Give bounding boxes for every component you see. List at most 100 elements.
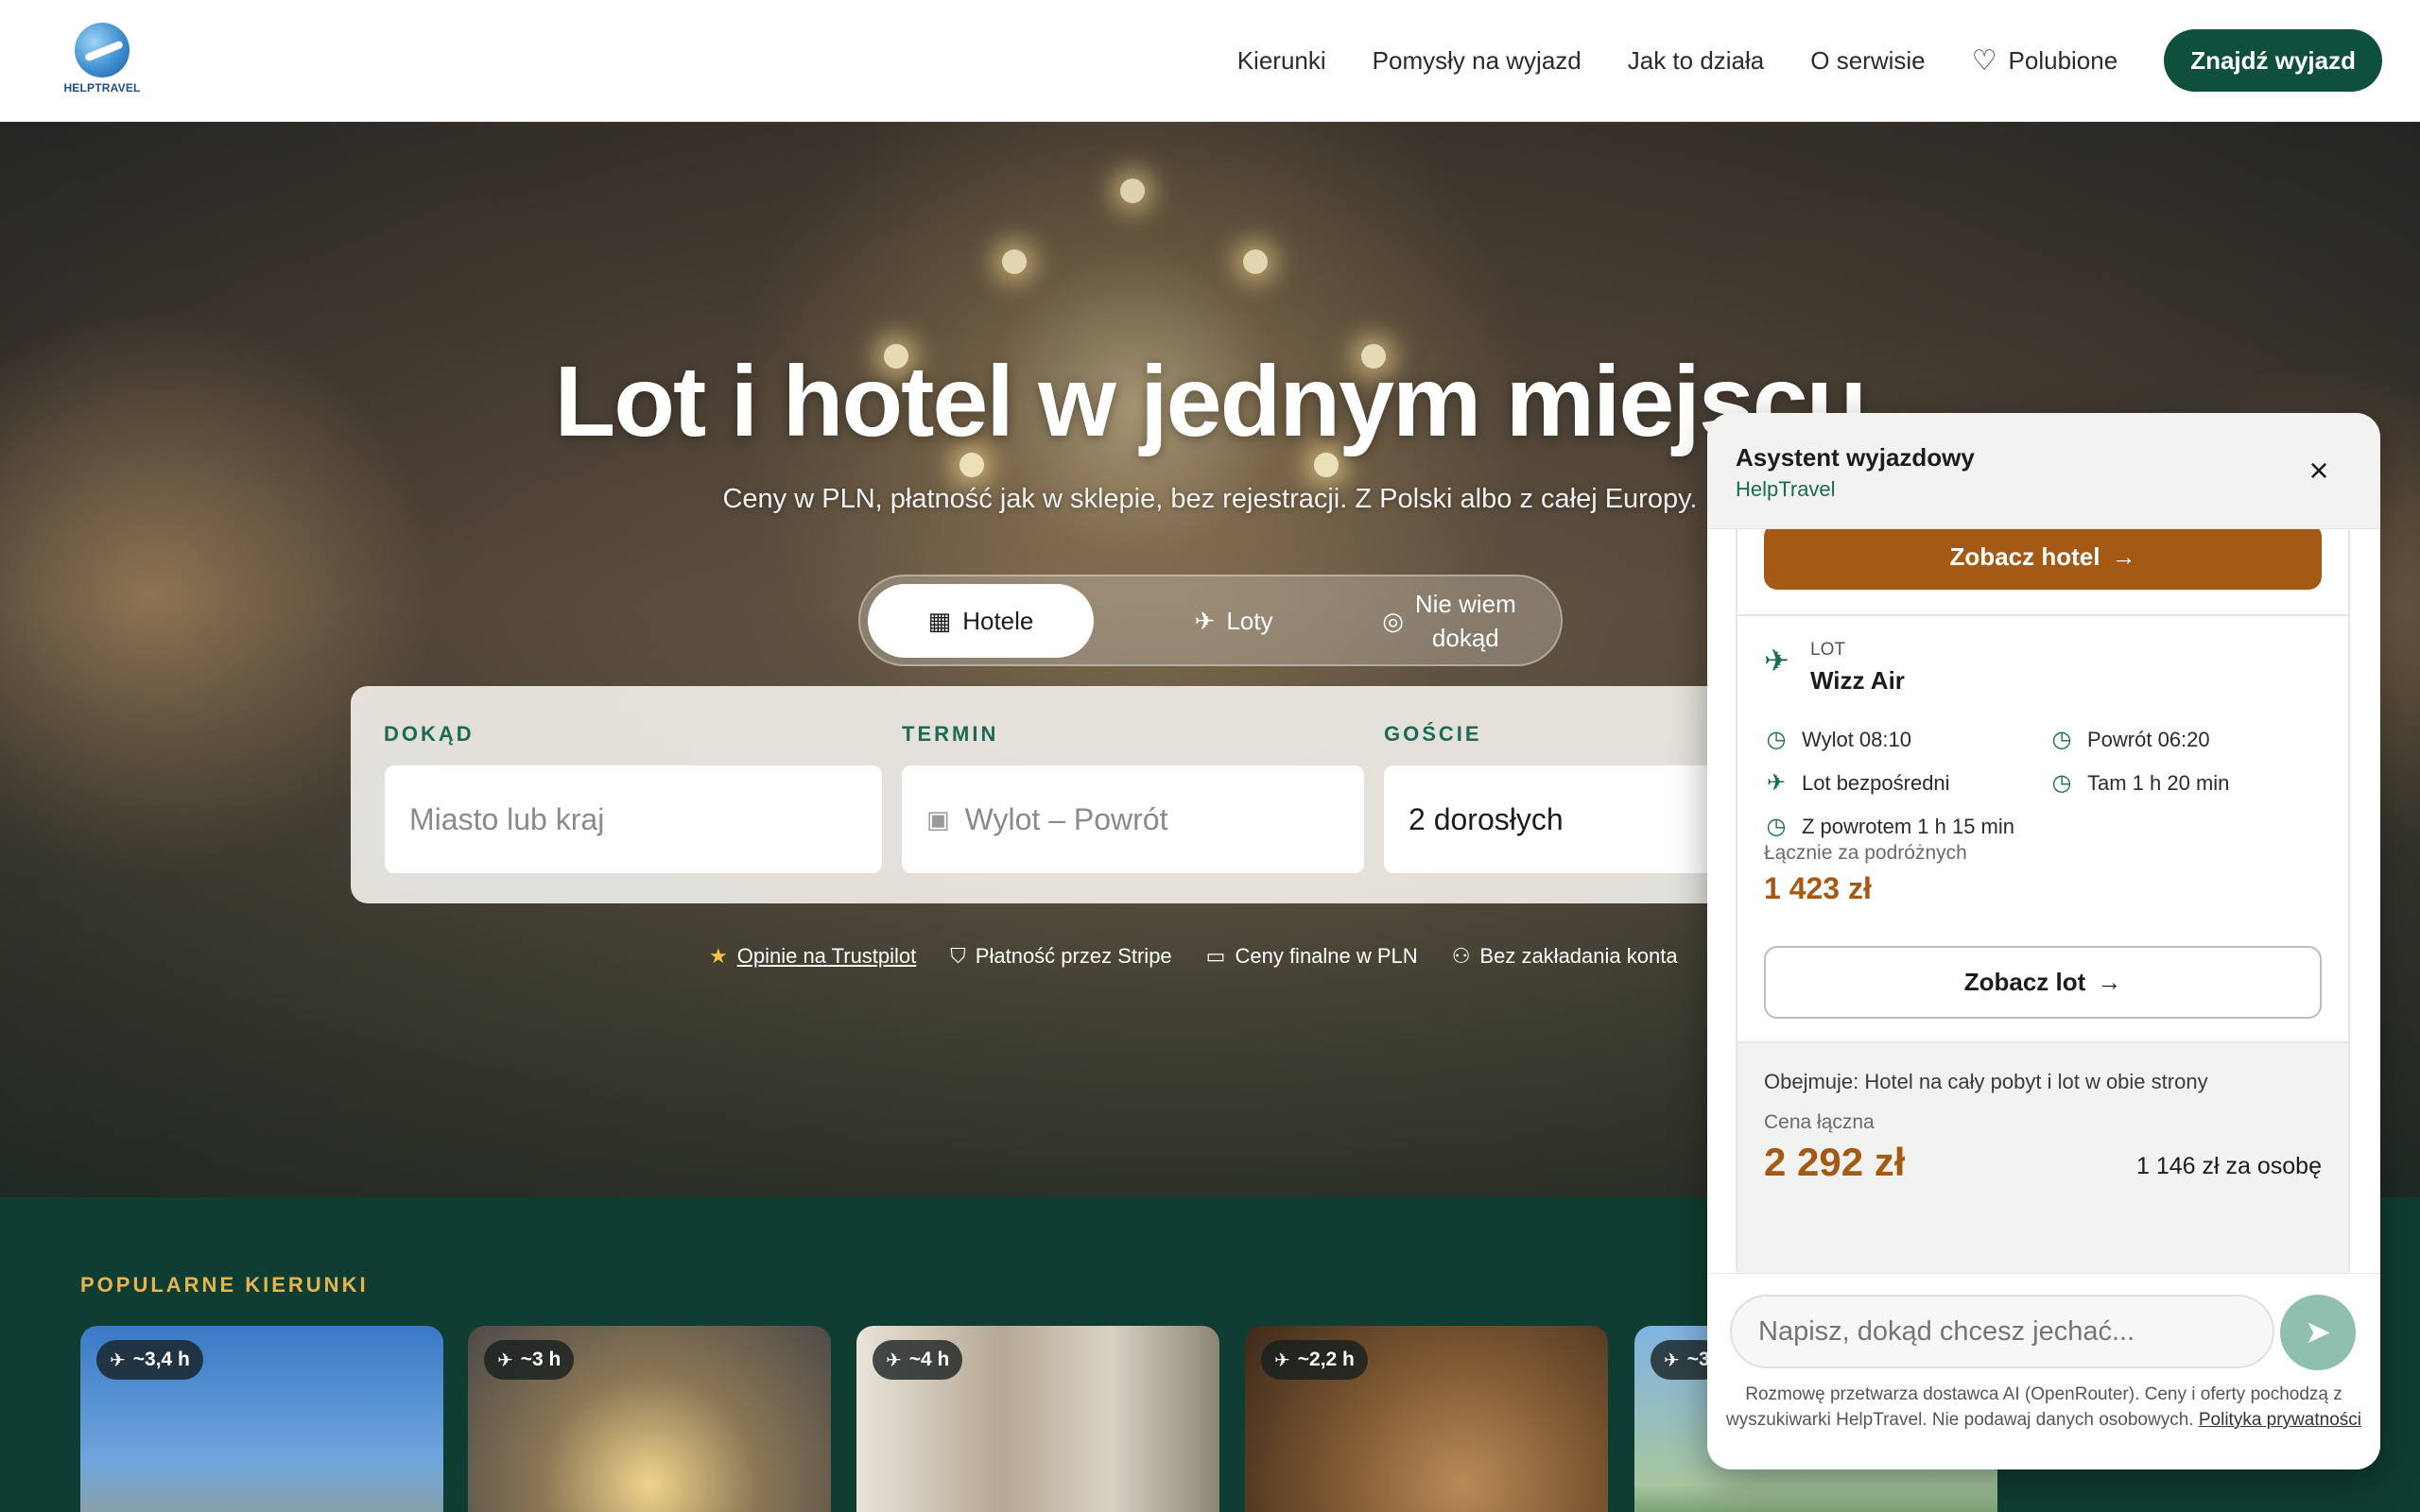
guests-label: GOŚCIE [1384, 722, 1482, 746]
see-flight-label: Zobacz lot [1963, 968, 2086, 996]
see-hotel-button[interactable]: Zobacz hotel → [1764, 529, 2322, 590]
tab-hotels[interactable]: ▦ Hotele [868, 584, 1094, 658]
plane-icon: ✈ [1664, 1349, 1680, 1371]
chat-message-input[interactable] [1730, 1295, 2274, 1368]
nav-link-o-serwisie[interactable]: O serwisie [1810, 46, 1925, 76]
arrow-right-icon: → [2097, 968, 2122, 996]
dates-label: TERMIN [902, 722, 999, 746]
trustpilot-link[interactable]: Opinie na Trustpilot [737, 944, 917, 969]
plane-icon: ✈ [497, 1349, 513, 1371]
destination-label: DOKĄD [384, 722, 475, 746]
chat-header: Asystent wyjazdowy HelpTravel × [1707, 413, 2380, 529]
departure-label: Wylot 08:10 [1802, 727, 1911, 751]
trust-stripe: ⛉ Płatność przez Stripe [950, 944, 1171, 969]
direct-label: Lot bezpośredni [1802, 770, 1950, 795]
return-duration: ◷ Z powrotem 1 h 15 min [1764, 813, 2014, 840]
chat-disclaimer: Rozmowę przetwarza dostawca AI (OpenRout… [1726, 1382, 2361, 1433]
tab-unsure[interactable]: ◎ Nie wiem dokąd [1340, 584, 1558, 658]
see-flight-button[interactable]: Zobacz lot → [1764, 946, 2322, 1019]
flight-time: ~2,2 h [1297, 1349, 1355, 1370]
find-trip-button[interactable]: Znajdź wyjazd [2164, 29, 2382, 92]
clock-icon: ◷ [1766, 727, 1787, 752]
tab-hotels-label: Hotele [962, 606, 1034, 635]
plane-icon: ✈ [1766, 770, 1787, 796]
plane-icon: ✈ [1764, 644, 1789, 678]
privacy-policy-link[interactable]: Polityka prywatności [2199, 1410, 2361, 1430]
wallet-icon: ▭ [1205, 944, 1226, 968]
flight-time: ~3,4 h [132, 1349, 190, 1370]
total-price-label: Cena łączna [1764, 1111, 1875, 1133]
clock-icon: ◷ [2051, 770, 2072, 796]
destination-card[interactable]: ✈ ~4 h [856, 1326, 1219, 1512]
favorites-label: Polubione [2008, 45, 2118, 75]
departure-time: ◷ Wylot 08:10 [1764, 726, 1911, 753]
heart-icon: ♡ [1971, 44, 1997, 77]
destination-card[interactable]: ✈ ~3 h [468, 1326, 831, 1512]
tab-flights-label: Loty [1226, 606, 1273, 635]
total-price-value: 2 292 zł [1764, 1140, 1906, 1184]
airline-name: Wizz Air [1810, 666, 1905, 695]
calendar-icon: ▣ [926, 804, 950, 833]
destination-card[interactable]: ✈ ~2,2 h [1245, 1326, 1608, 1512]
clock-icon: ◷ [1766, 814, 1787, 839]
nav-link-kierunki[interactable]: Kierunki [1237, 46, 1326, 76]
trust-no-account-label: Bez zakładania konta [1479, 944, 1678, 968]
building-icon: ▦ [927, 606, 952, 635]
flight-total-label: Łącznie za podróżnych [1764, 842, 1967, 864]
nav-link-jak-to-dziala[interactable]: Jak to działa [1628, 46, 1765, 76]
trust-pln: ▭ Ceny finalne w PLN [1206, 944, 1418, 969]
tab-flights[interactable]: ✈ Loty [1163, 584, 1305, 658]
trust-trustpilot[interactable]: ★ Opinie na Trustpilot [709, 944, 916, 969]
divider [1737, 614, 2348, 616]
tab-unsure-line-1: Nie wiem [1414, 590, 1516, 618]
dates-input[interactable]: ▣ Wylot – Powrót [902, 765, 1364, 873]
see-hotel-label: Zobacz hotel [1949, 541, 2100, 571]
search-mode-tabs: ▦ Hotele ✈ Loty ◎ Nie wiem dokąd [858, 575, 1563, 666]
flight-time: ~4 h [908, 1349, 950, 1370]
helptravel-logo[interactable]: HELPTRAVEL [60, 23, 144, 94]
plane-icon: ✈ [110, 1349, 126, 1371]
package-summary: Obejmuje: Hotel na cały pobyt i lot w ob… [1737, 1041, 2348, 1287]
flight-time-badge: ✈ ~3,4 h [96, 1340, 203, 1380]
return-label: Powrót 06:20 [2087, 727, 2210, 751]
plane-icon: ✈ [886, 1349, 902, 1371]
flight-total-value: 1 423 zł [1764, 871, 1872, 905]
close-icon[interactable]: × [2303, 454, 2335, 488]
plane-icon: ✈ [1274, 1349, 1290, 1371]
arrow-right-icon: → [2111, 541, 2136, 571]
flight-kind: LOT [1810, 640, 1845, 660]
trust-bar: ★ Opinie na Trustpilot ⛉ Płatność przez … [709, 937, 1712, 975]
package-includes: Obejmuje: Hotel na cały pobyt i lot w ob… [1764, 1070, 2208, 1093]
trust-stripe-label: Płatność przez Stripe [975, 944, 1172, 968]
outbound-duration-label: Tam 1 h 20 min [2087, 770, 2230, 795]
flight-time-badge: ✈ ~4 h [873, 1340, 963, 1380]
return-duration-label: Z powrotem 1 h 15 min [1802, 814, 2014, 838]
flight-time-badge: ✈ ~2,2 h [1261, 1340, 1368, 1380]
outbound-duration: ◷ Tam 1 h 20 min [2049, 769, 2230, 797]
clock-icon: ◷ [2051, 727, 2072, 752]
compass-icon: ◎ [1382, 606, 1404, 635]
chat-messages[interactable]: Zobacz hotel → ✈ LOT Wizz Air ◷ Wylot 08… [1707, 529, 2380, 1295]
destination-placeholder: Miasto lub kraj [409, 801, 605, 836]
popular-title: POPULARNE KIERUNKI [80, 1273, 369, 1297]
trust-no-account: ⚇ Bez zakładania konta [1452, 944, 1678, 969]
flight-time: ~3 h [520, 1349, 562, 1370]
dates-placeholder: Wylot – Powrót [964, 801, 1168, 836]
tab-unsure-label: Nie wiem dokąd [1415, 587, 1516, 655]
trust-pln-label: Ceny finalne w PLN [1235, 944, 1418, 968]
destination-card[interactable]: ✈ ~3,4 h [80, 1326, 443, 1512]
send-icon[interactable]: ➤ [2280, 1295, 2356, 1370]
guests-select[interactable]: 2 dorosłych [1384, 765, 1724, 873]
guests-value: 2 dorosłych [1409, 801, 1564, 836]
star-icon: ★ [709, 944, 728, 968]
chat-title: Asystent wyjazdowy [1736, 443, 1975, 472]
return-time: ◷ Powrót 06:20 [2049, 726, 2210, 753]
nav-link-favorites[interactable]: ♡ Polubione [1972, 44, 2118, 77]
shield-icon: ⛉ [950, 944, 966, 968]
destination-input[interactable]: Miasto lub kraj [385, 765, 882, 873]
chat-brand: HelpTravel [1736, 477, 1836, 501]
logo-text: HELPTRAVEL [63, 81, 141, 94]
nav-link-pomysly[interactable]: Pomysły na wyjazd [1373, 46, 1582, 76]
plane-icon: ✈ [1194, 606, 1216, 635]
direct-flight: ✈ Lot bezpośredni [1764, 769, 1950, 797]
